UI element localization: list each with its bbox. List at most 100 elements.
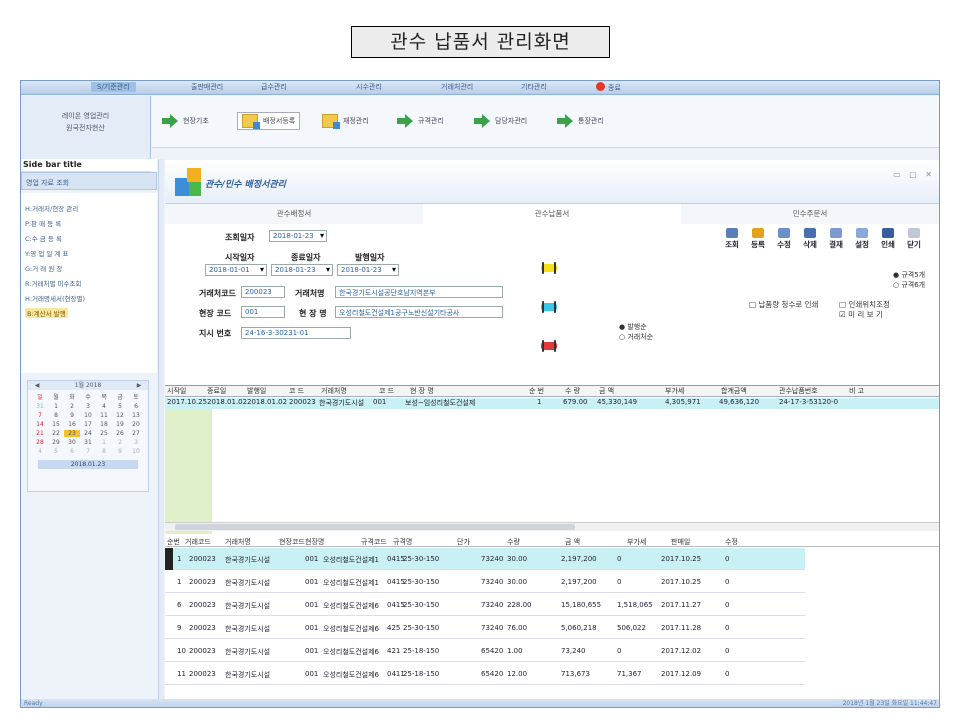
toolbar-account[interactable]: 통장관리 xyxy=(557,112,604,130)
column-header[interactable]: 현장명 xyxy=(305,537,324,547)
column-header[interactable]: 수정 xyxy=(725,537,738,547)
calendar-day[interactable]: 21 xyxy=(32,430,48,437)
calendar-day[interactable]: 6 xyxy=(64,448,80,455)
calendar-day[interactable]: 23 xyxy=(64,430,80,437)
tab-supply-delivery[interactable]: 관수납품서 xyxy=(423,204,681,224)
calendar-selected-date[interactable]: 2018.01.23 xyxy=(38,460,138,469)
column-header[interactable]: 거래처명 xyxy=(321,386,347,396)
sidebar-item-client-site[interactable]: H:거래처/현장 관리 xyxy=(25,203,78,213)
radio-issue-order[interactable]: ● 발행순 xyxy=(619,322,647,332)
search-button[interactable]: 조회 xyxy=(721,228,743,250)
calendar-day[interactable]: 11 xyxy=(96,412,112,419)
toolbar-assign-register[interactable]: 배정서등록 xyxy=(237,112,301,130)
calendar-day[interactable]: 18 xyxy=(96,421,112,428)
column-header[interactable]: 코 드 xyxy=(379,386,394,396)
calendar-day[interactable]: 5 xyxy=(112,403,128,410)
sidebar-item-statement[interactable]: H:거래명세서(현장별) xyxy=(25,293,85,303)
register-button[interactable]: 등록 xyxy=(747,228,769,250)
sidebar-item-ledger[interactable]: G:거 래 원 장 xyxy=(25,263,62,273)
column-header[interactable]: 현장코드 xyxy=(279,537,305,547)
column-header[interactable]: 규격코드 xyxy=(361,537,387,547)
calendar-day[interactable]: 15 xyxy=(48,421,64,428)
calendar-day[interactable]: 12 xyxy=(112,412,128,419)
sidebar-item-daily[interactable]: Y:영 업 일 계 표 xyxy=(25,248,68,258)
calendar-day[interactable]: 3 xyxy=(128,439,144,446)
column-header[interactable]: 규격명 xyxy=(393,537,412,547)
window-buttons[interactable]: ▭ ▢ ✕ xyxy=(893,170,935,179)
calendar-day[interactable]: 19 xyxy=(112,421,128,428)
calendar-day[interactable]: 9 xyxy=(64,412,80,419)
calendar-day[interactable]: 28 xyxy=(32,439,48,446)
calendar-day[interactable]: 14 xyxy=(32,421,48,428)
menu-exit[interactable]: 종료 xyxy=(596,82,621,93)
column-header[interactable]: 부가세 xyxy=(665,386,684,396)
checkbox-preview[interactable]: ☑ 미 리 보 기 xyxy=(839,309,883,320)
calendar-day[interactable]: 29 xyxy=(48,439,64,446)
calendar-day[interactable]: 2 xyxy=(64,403,80,410)
column-header[interactable]: 관수납품번호 xyxy=(779,386,818,396)
sidebar-item-collection[interactable]: C:수 금 등 록 xyxy=(25,233,62,243)
tab-private-order[interactable]: 민수주문서 xyxy=(681,204,939,224)
calendar-day[interactable]: 6 xyxy=(128,403,144,410)
column-header[interactable]: 수량 xyxy=(507,537,520,547)
calendar-day[interactable]: 26 xyxy=(112,430,128,437)
calendar-day[interactable]: 30 xyxy=(64,439,80,446)
print-button[interactable]: 인쇄 xyxy=(877,228,899,250)
toolbar-spec[interactable]: 규격관리 xyxy=(397,112,444,130)
sidebar-header[interactable]: 영업 자료 조회 xyxy=(21,172,157,190)
calendar-day[interactable]: 1 xyxy=(48,403,64,410)
calendar-day[interactable]: 20 xyxy=(128,421,144,428)
radio-spec-6[interactable]: ○ 규격6개 xyxy=(893,280,925,290)
calendar-day[interactable]: 10 xyxy=(80,412,96,419)
column-header[interactable]: 순 번 xyxy=(529,386,544,396)
issue-date-input[interactable]: 2018-01-23 xyxy=(337,264,399,276)
calendar-day[interactable]: 17 xyxy=(80,421,96,428)
table-row[interactable]: 1 200023 한국경기도시설 001 오성리철도건설제1 0415 25-30-150 7… xyxy=(165,548,805,570)
query-date-input[interactable]: 2018-01-23 xyxy=(269,230,327,242)
calendar-day[interactable]: 10 xyxy=(128,448,144,455)
settings-button[interactable]: 설정 xyxy=(851,228,873,250)
calendar-day[interactable]: 16 xyxy=(64,421,80,428)
approve-button[interactable]: 결재 xyxy=(825,228,847,250)
order-no-input[interactable]: 24-16-3-30231-01 xyxy=(241,327,351,339)
column-header[interactable]: 단가 xyxy=(457,537,470,547)
sidebar-item-sales[interactable]: P:판 매 등 록 xyxy=(25,218,61,228)
horizontal-scrollbar[interactable] xyxy=(165,522,939,531)
close-button[interactable]: 닫기 xyxy=(903,228,925,250)
calendar-day[interactable]: 24 xyxy=(80,430,96,437)
start-date-input[interactable]: 2018-01-01 xyxy=(205,264,267,276)
menu-standard[interactable]: S/기준관리 xyxy=(91,82,136,92)
toolbar-manager[interactable]: 담당자관리 xyxy=(474,112,527,130)
column-header[interactable]: 시작일 xyxy=(167,386,186,396)
column-header[interactable]: 순번 xyxy=(167,537,180,547)
column-header[interactable]: 합계금액 xyxy=(721,386,747,396)
calendar-grid[interactable]: 일 월 화 수 목 금 토 31 1 2 3 4 5 6 7 8 9 10 11 12 13 14 15 16 17 18 19 20… xyxy=(28,390,148,457)
menu-sales[interactable]: 출판매관리 xyxy=(191,82,223,92)
calendar-day[interactable]: 31 xyxy=(32,403,48,410)
column-header[interactable]: 수 량 xyxy=(565,386,580,396)
column-header[interactable]: 부가세 xyxy=(627,537,646,547)
next-month-icon[interactable]: ▶ xyxy=(134,381,144,390)
menu-etc[interactable]: 기타관리 xyxy=(521,82,547,92)
radio-client-order[interactable]: ○ 거래처순 xyxy=(619,332,653,342)
column-header[interactable]: 코 드 xyxy=(289,386,304,396)
calendar-day[interactable]: 31 xyxy=(80,439,96,446)
calendar-day[interactable]: 13 xyxy=(128,412,144,419)
end-date-input[interactable]: 2018-01-23 xyxy=(271,264,333,276)
toolbar-finance[interactable]: 재정관리 xyxy=(322,112,369,130)
prev-month-icon[interactable]: ◀ xyxy=(32,381,42,390)
menu-time[interactable]: 시수관리 xyxy=(356,82,382,92)
table-row[interactable]: 2017.10.25 2018.01.02 2018.01.02 200023 한국경기… xyxy=(165,398,939,409)
column-header[interactable]: 비 고 xyxy=(849,386,864,396)
sidebar-item-receivable[interactable]: R:거래처별 미수조회 xyxy=(25,278,81,288)
delete-button[interactable]: 삭제 xyxy=(799,228,821,250)
column-header[interactable]: 발행일 xyxy=(247,386,266,396)
client-name-input[interactable]: 한국경기도시설공단호남지역본부 xyxy=(335,286,503,298)
table-row[interactable]: 11 200023 한국경기도시설 001 오성리철도건설제6 0411 25-18-150… xyxy=(165,663,805,685)
checkbox-bill-print[interactable]: □ 납품량 청수로 인쇄 xyxy=(749,299,818,310)
table-row[interactable]: 9 200023 한국경기도시설 001 오성리철도건설제6 425 25-30-150 73… xyxy=(165,617,805,639)
calendar-day[interactable]: 25 xyxy=(96,430,112,437)
column-header[interactable]: 거래코드 xyxy=(185,537,211,547)
radio-spec-5[interactable]: ● 규격5개 xyxy=(893,270,925,280)
table-row[interactable]: 6 200023 한국경기도시설 001 오성리철도건설제6 0415 25-30-150 7… xyxy=(165,594,805,616)
